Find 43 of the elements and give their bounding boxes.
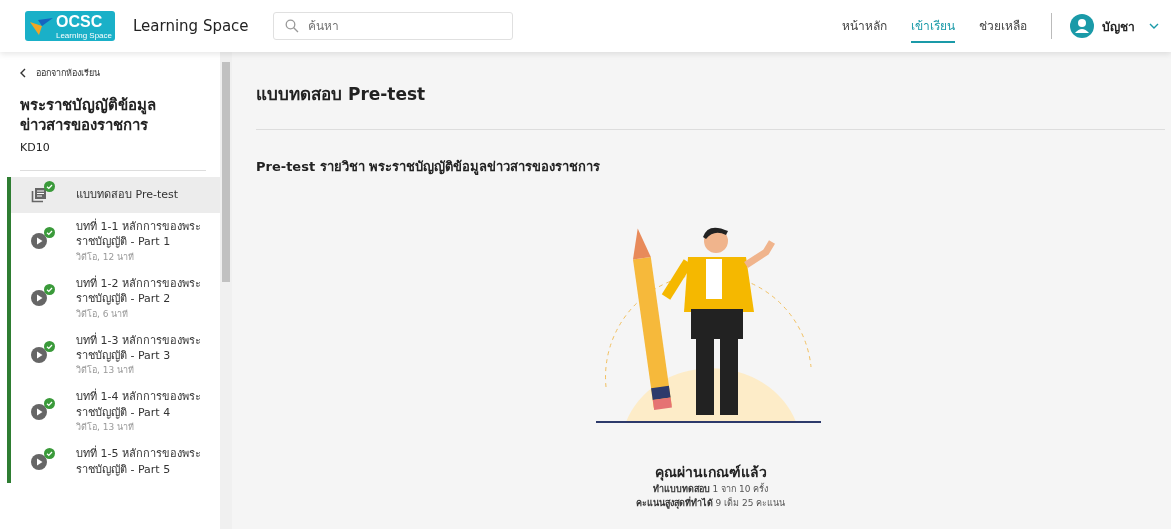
play-icon bbox=[31, 346, 47, 363]
chevron-down-icon[interactable] bbox=[1149, 23, 1159, 29]
quiz-subtitle: Pre-test รายวิชา พระราชบัญญัติข้อมูลข่าวสารของราชการ bbox=[256, 158, 602, 177]
nav-link[interactable]: หน้าหลัก bbox=[842, 9, 887, 43]
course-code: KD10 bbox=[20, 141, 51, 154]
attempt-stat: ทำแบบทดสอบ 1 จาก 10 ครั้ง bbox=[652, 483, 769, 496]
lesson-title: บทที่ 1-1 หลักการของพระราชบัญญัติ - Part 1 bbox=[76, 219, 202, 250]
scrollbar[interactable] bbox=[220, 52, 232, 529]
app-name: Learning Space bbox=[133, 17, 249, 35]
attempt-stat: คะแนนสูงสุดที่ทำได้ 9 เต็ม 25 คะแนน bbox=[635, 496, 786, 510]
lesson-meta: วิดีโอ, 12 นาที bbox=[76, 250, 136, 264]
chevron-left-icon bbox=[20, 68, 26, 78]
play-icon bbox=[31, 290, 47, 307]
document-icon bbox=[31, 187, 47, 203]
lesson-title: บทที่ 1-3 หลักการของพระราชบัญญัติ - Part 3 bbox=[76, 332, 202, 364]
user-name[interactable]: บัญชา bbox=[1102, 16, 1135, 36]
page-title: แบบทดสอบ Pre-test bbox=[256, 83, 427, 106]
nav-link[interactable]: เข้าเรียน bbox=[911, 9, 955, 43]
lesson-title: บทที่ 1-2 หลักการของพระราชบัญญัติ - Part 2 bbox=[76, 275, 202, 307]
logo-title: OCSC bbox=[55, 12, 104, 31]
lesson-meta: วิดีโอ, 13 นาที bbox=[76, 364, 136, 378]
user-avatar-icon[interactable] bbox=[1070, 14, 1094, 38]
back-link[interactable]: ออกจากห้องเรียน bbox=[20, 66, 206, 80]
result-heading: คุณผ่านเกณฑ์แล้ว bbox=[654, 463, 767, 483]
lesson-item[interactable]: บทที่ 1-4 หลักการของพระราชบัญญัติ - Part 4 วิดีโอ, 13 นาที bbox=[11, 383, 220, 441]
course-title: พระราชบัญญัติข้อมูลข่าวสารของราชการ bbox=[20, 96, 157, 135]
play-icon bbox=[31, 403, 47, 420]
lesson-meta: วิดีโอ, 13 นาที bbox=[76, 421, 136, 435]
lesson-item[interactable]: บทที่ 1-3 หลักการของพระราชบัญญัติ - Part 3 วิดีโอ, 13 นาที bbox=[11, 326, 220, 384]
logo-subtitle: Learning Space bbox=[55, 30, 112, 40]
logo-mark-icon bbox=[28, 16, 54, 36]
lesson-item[interactable]: บทที่ 1-1 หลักการของพระราชบัญญัติ - Part 1 วิดีโอ, 12 นาที bbox=[11, 213, 220, 270]
lesson-item[interactable]: แบบทดสอบ Pre-test bbox=[11, 177, 220, 213]
lesson-item[interactable]: บทที่ 1-5 หลักการของพระราชบัญญัติ - Part 5 bbox=[11, 440, 220, 483]
lesson-meta: วิดีโอ, 6 นาที bbox=[76, 307, 130, 321]
lesson-title: แบบทดสอบ Pre-test bbox=[76, 187, 179, 203]
lesson-title: บทที่ 1-4 หลักการของพระราชบัญญัติ - Part 4 bbox=[76, 389, 202, 421]
play-icon bbox=[31, 233, 47, 250]
search-field[interactable]: ค้นหา bbox=[272, 12, 513, 40]
play-icon bbox=[31, 453, 47, 470]
nav-link[interactable]: ช่วยเหลือ bbox=[979, 9, 1027, 43]
lesson-item[interactable]: บทที่ 1-2 หลักการของพระราชบัญญัติ - Part 2 วิดีโอ, 6 นาที bbox=[11, 269, 220, 327]
lesson-title: บทที่ 1-5 หลักการของพระราชบัญญัติ - Part 5 bbox=[76, 446, 202, 477]
